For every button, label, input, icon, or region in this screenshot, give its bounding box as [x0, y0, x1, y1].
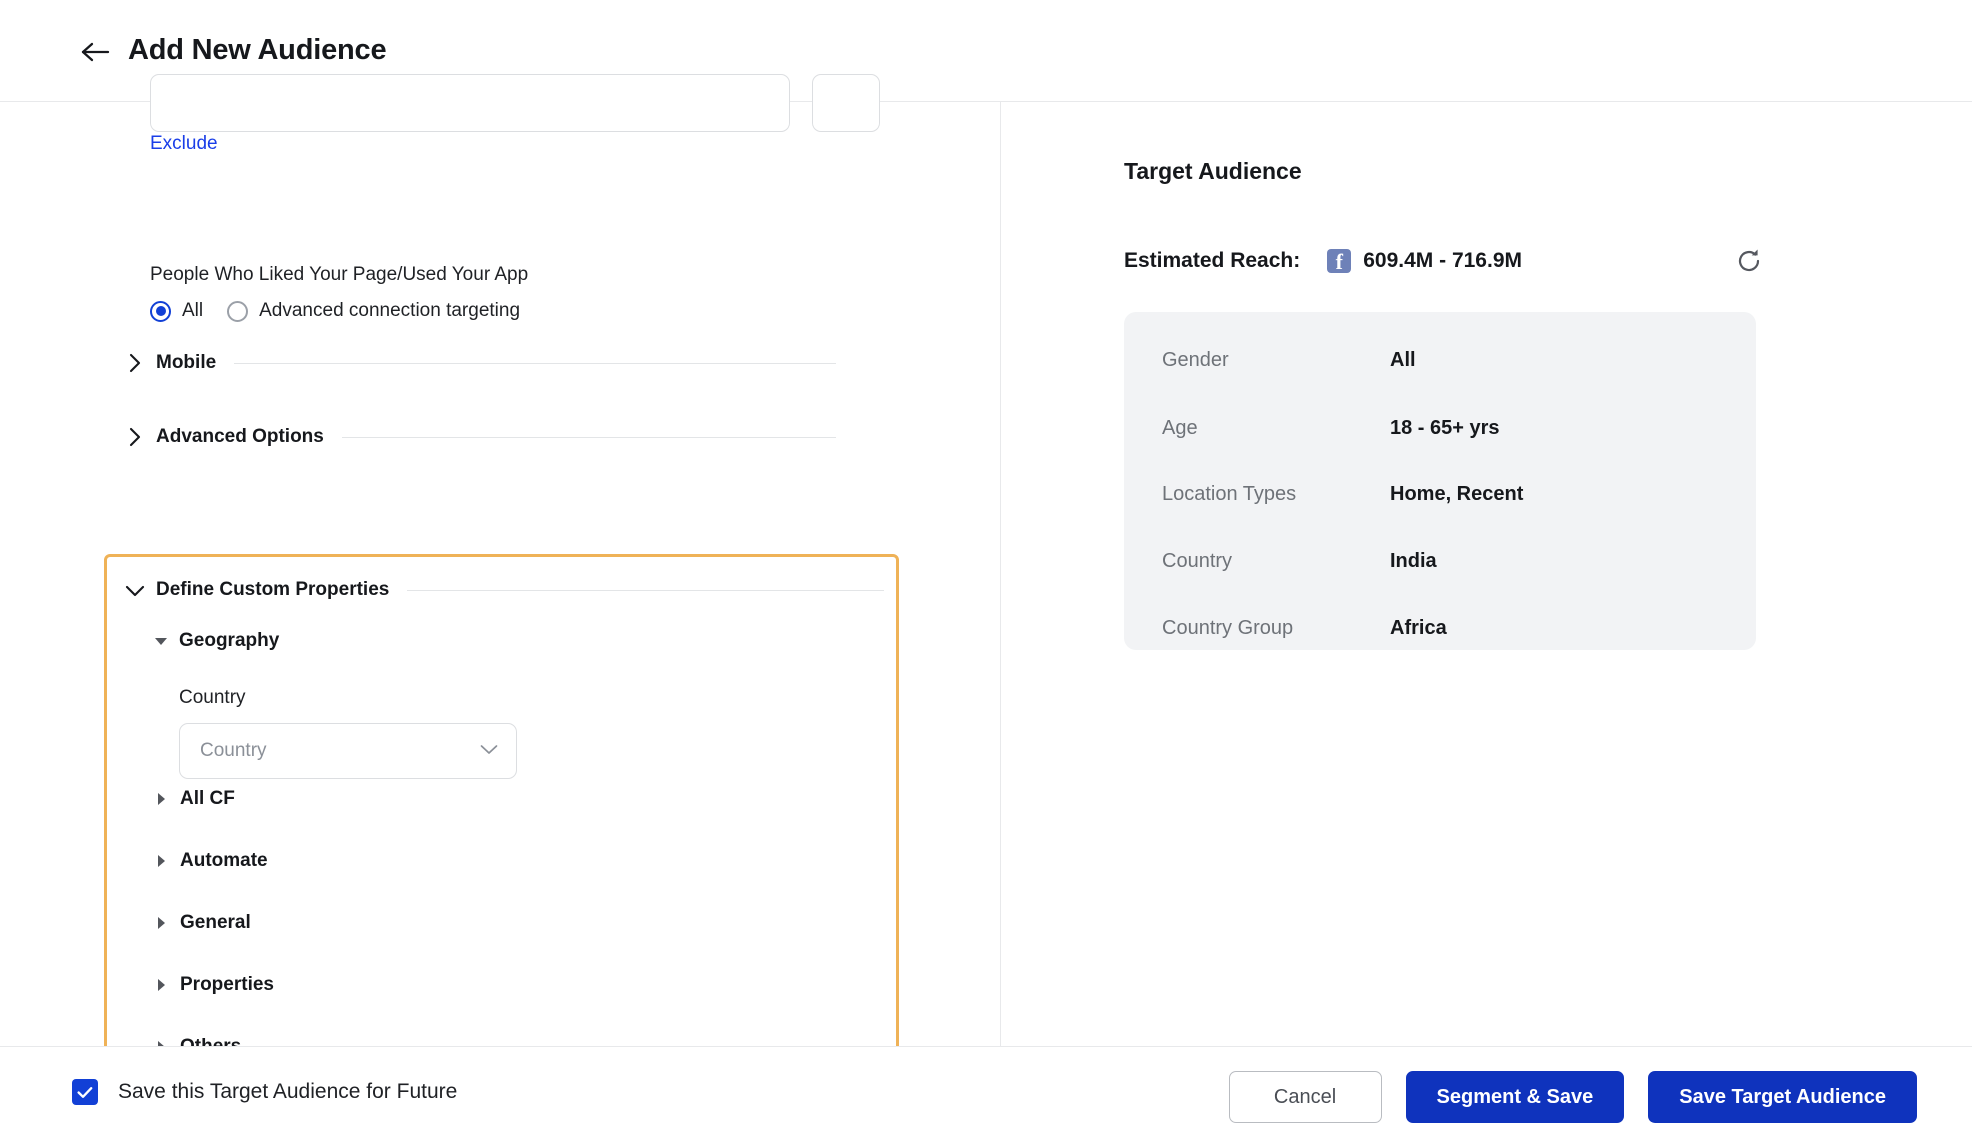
- section-define-custom-properties[interactable]: Define Custom Properties: [124, 579, 884, 601]
- triangle-right-icon: [153, 854, 169, 868]
- truncated-input[interactable]: [150, 74, 790, 132]
- save-future-label: Save this Target Audience for Future: [118, 1080, 458, 1103]
- target-audience-title: Target Audience: [1124, 158, 1302, 184]
- define-custom-properties-panel: Define Custom Properties Geography Count…: [104, 554, 899, 1126]
- summary-value: Africa: [1390, 617, 1447, 639]
- section-mobile[interactable]: Mobile: [124, 352, 836, 374]
- truncated-field-row: [150, 74, 880, 132]
- chevron-down-icon: [124, 584, 146, 597]
- chevron-right-icon: [124, 427, 146, 447]
- estimated-reach-value: 609.4M - 716.9M: [1363, 249, 1522, 272]
- left-panel: Exclude People Who Liked Your Page/Used …: [0, 74, 1000, 1126]
- tree-item-label: Properties: [180, 974, 274, 995]
- estimated-reach-label: Estimated Reach:: [1124, 249, 1301, 272]
- summary-key: Location Types: [1162, 483, 1297, 505]
- tree-item-all-cf[interactable]: All CF: [153, 788, 235, 810]
- tree-item-label: General: [180, 912, 251, 933]
- footer-bar: Save this Target Audience for Future Can…: [0, 1047, 1972, 1148]
- summary-key: Age: [1162, 417, 1198, 439]
- summary-row: Age 18 - 65+ yrs: [1162, 417, 1722, 440]
- summary-key: Country Group: [1162, 617, 1294, 639]
- exclude-link[interactable]: Exclude: [150, 131, 218, 157]
- truncated-button[interactable]: [812, 74, 880, 132]
- audience-summary-card: Gender All Age 18 - 65+ yrs Location Typ…: [1124, 312, 1756, 650]
- group-geography[interactable]: Geography: [153, 630, 279, 652]
- radio-all-label: All: [182, 300, 204, 321]
- summary-row: Location Types Home, Recent: [1162, 483, 1722, 506]
- save-future-checkbox-row[interactable]: Save this Target Audience for Future: [72, 1079, 457, 1105]
- radio-option-advanced[interactable]: Advanced connection targeting: [227, 300, 520, 322]
- section-advanced-options-label: Advanced Options: [156, 426, 324, 447]
- section-rule: [341, 436, 836, 438]
- radio-advanced-label: Advanced connection targeting: [259, 300, 521, 321]
- country-select[interactable]: Country: [179, 723, 517, 779]
- refresh-button[interactable]: [1730, 242, 1768, 280]
- estimated-reach-row: Estimated Reach: f 609.4M - 716.9M: [1124, 242, 1836, 280]
- section-rule: [234, 362, 836, 364]
- chevron-down-icon: [480, 742, 498, 760]
- triangle-right-icon: [153, 916, 169, 930]
- refresh-icon: [1738, 249, 1760, 272]
- connection-radio-group: All Advanced connection targeting: [150, 300, 520, 322]
- radio-advanced[interactable]: [227, 300, 249, 322]
- country-select-placeholder: Country: [200, 740, 267, 761]
- radio-option-all[interactable]: All: [150, 300, 203, 322]
- triangle-right-icon: [153, 978, 169, 992]
- chevron-right-icon: [124, 353, 146, 373]
- arrow-left-icon: [81, 42, 110, 62]
- segment-and-save-button[interactable]: Segment & Save: [1405, 1071, 1625, 1123]
- summary-key: Country: [1162, 550, 1233, 572]
- section-mobile-label: Mobile: [156, 352, 217, 373]
- summary-row: Gender All: [1162, 349, 1722, 372]
- facebook-icon: f: [1327, 249, 1352, 273]
- summary-row: Country Group Africa: [1162, 617, 1722, 640]
- check-icon: [77, 1086, 93, 1098]
- connection-targeting-label: People Who Liked Your Page/Used Your App: [150, 264, 529, 285]
- summary-value: All: [1390, 349, 1416, 371]
- summary-row: Country India: [1162, 550, 1722, 573]
- page-title: Add New Audience: [128, 34, 387, 66]
- save-target-audience-button[interactable]: Save Target Audience: [1648, 1071, 1917, 1123]
- tree-item-properties[interactable]: Properties: [153, 974, 274, 996]
- country-field-label: Country: [179, 687, 246, 708]
- section-rule: [407, 589, 884, 591]
- summary-key: Gender: [1162, 349, 1229, 371]
- tree-item-general[interactable]: General: [153, 912, 251, 934]
- tree-item-label: Automate: [180, 850, 268, 871]
- group-geography-label: Geography: [179, 630, 280, 651]
- summary-value: India: [1390, 550, 1437, 572]
- section-advanced-options[interactable]: Advanced Options: [124, 426, 836, 448]
- summary-value: 18 - 65+ yrs: [1390, 417, 1500, 439]
- tree-item-automate[interactable]: Automate: [153, 850, 268, 872]
- summary-value: Home, Recent: [1390, 483, 1524, 505]
- footer-button-group: Cancel Segment & Save Save Target Audien…: [1228, 1071, 1917, 1123]
- save-future-checkbox[interactable]: [72, 1079, 98, 1105]
- back-button[interactable]: [78, 35, 112, 69]
- triangle-down-icon: [153, 636, 169, 646]
- define-custom-properties-label: Define Custom Properties: [156, 579, 390, 600]
- radio-all[interactable]: [150, 300, 171, 322]
- add-new-audience-page: Add New Audience Exclude People Who Like…: [0, 0, 1972, 1148]
- tree-item-label: All CF: [180, 788, 235, 809]
- cancel-button[interactable]: Cancel: [1228, 1071, 1382, 1123]
- triangle-right-icon: [153, 792, 169, 806]
